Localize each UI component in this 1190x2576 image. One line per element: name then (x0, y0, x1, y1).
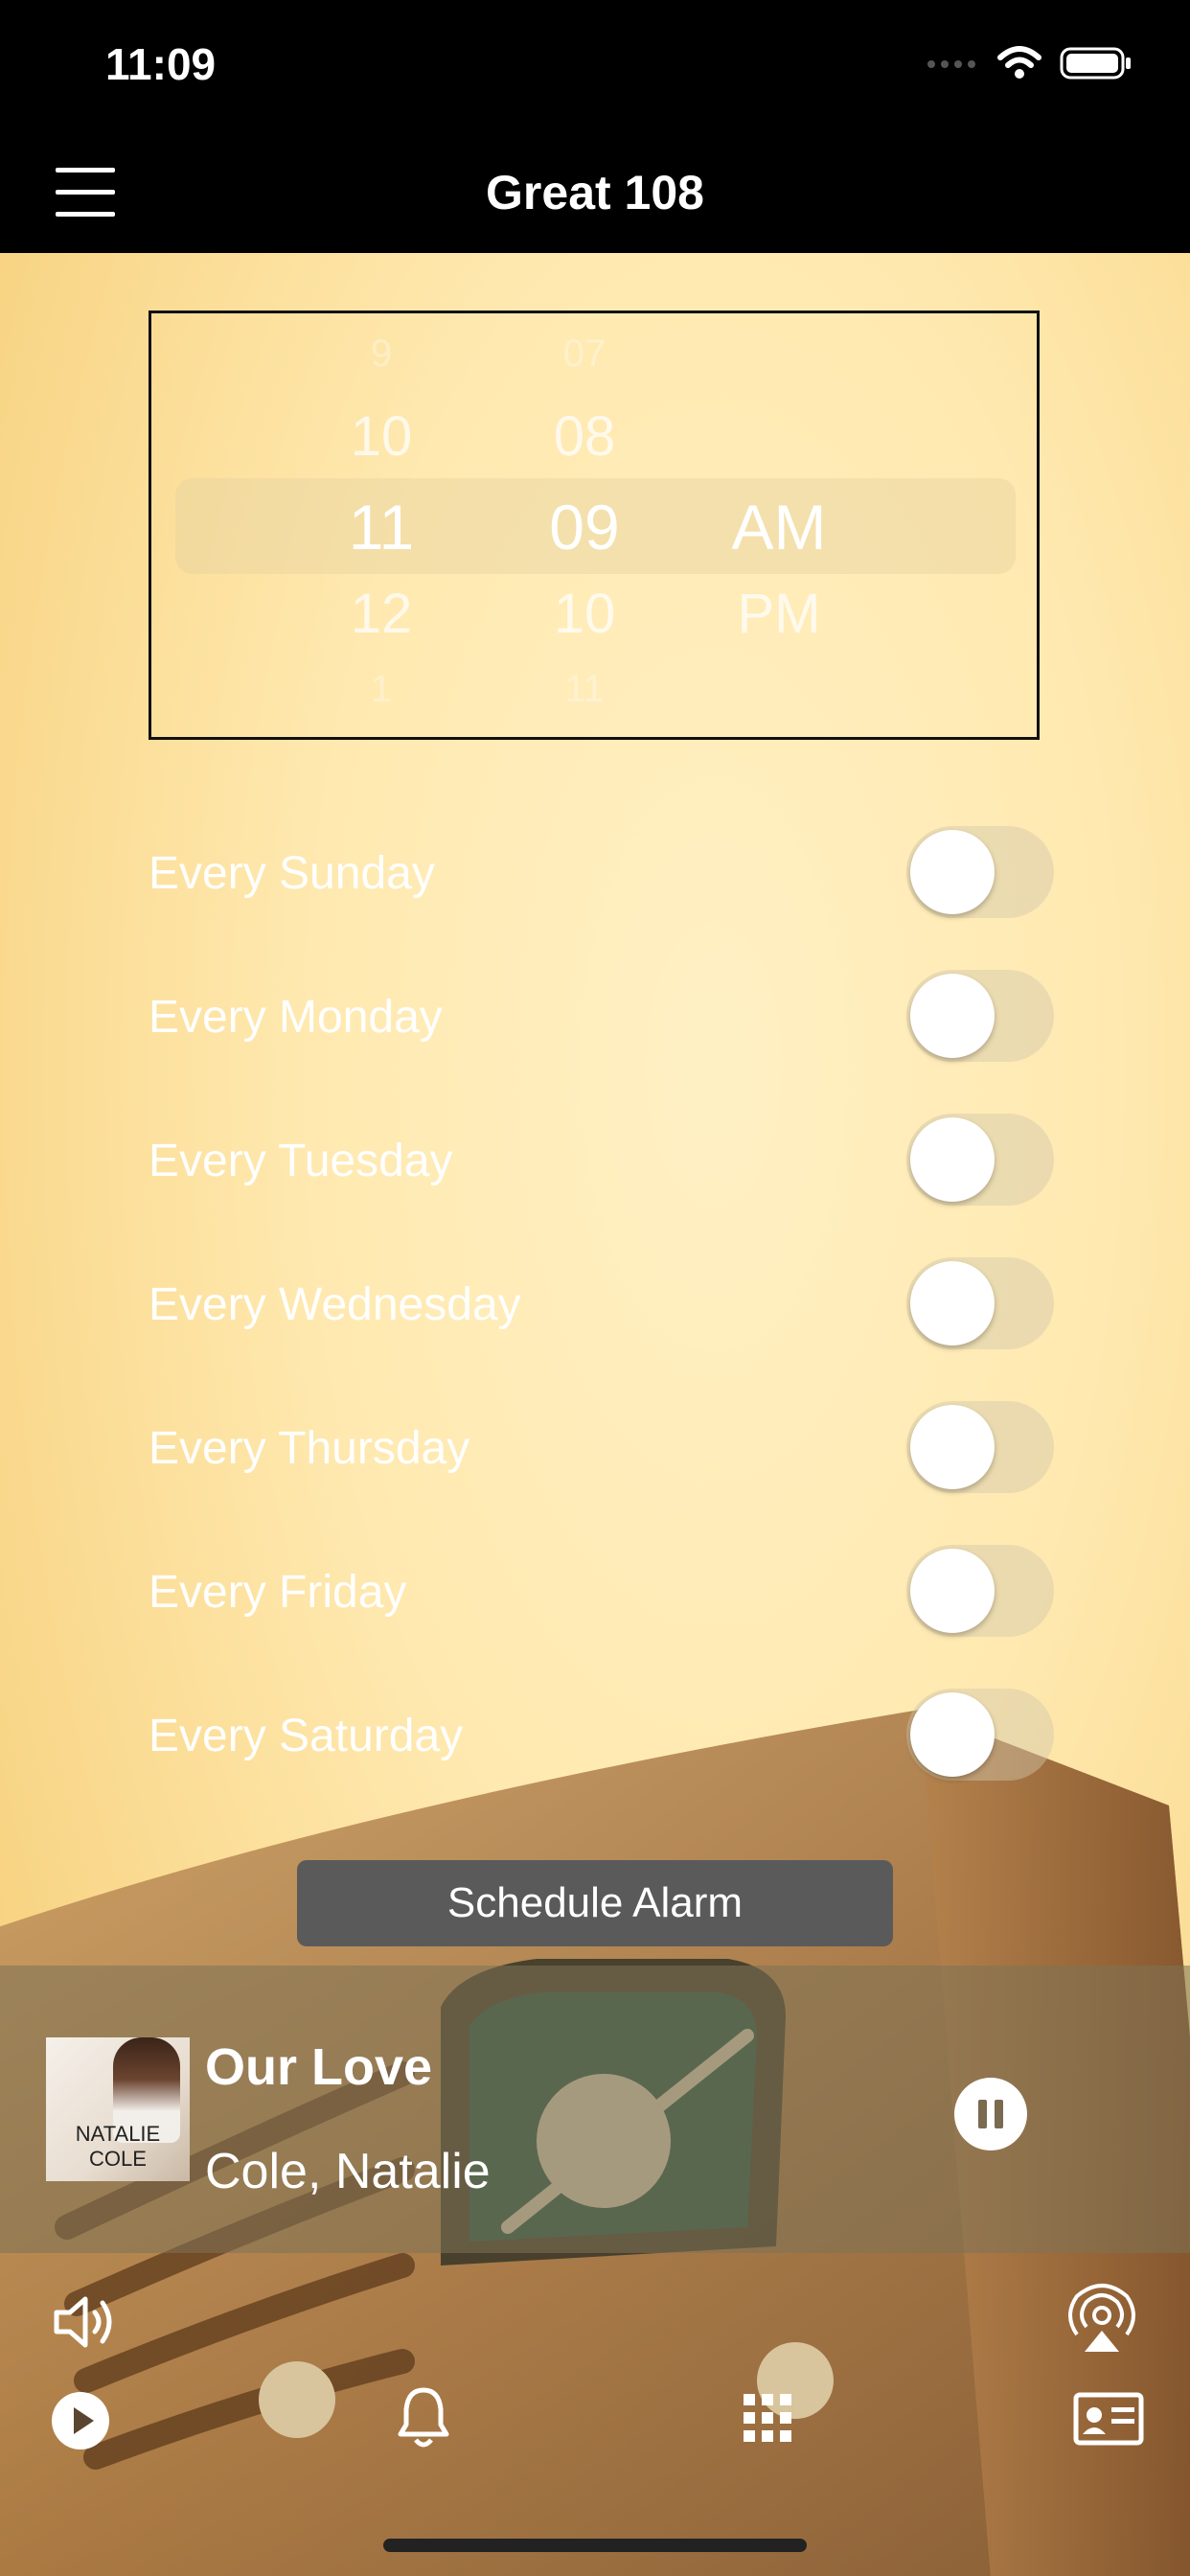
navigation-bar: Great 108 (0, 126, 1190, 253)
now-playing-bar[interactable]: NATALIE COLE Our Love Cole, Natalie (0, 1966, 1190, 2253)
player-controls (0, 2277, 1190, 2576)
picker-hour-option: 12 (350, 583, 413, 645)
toggle-knob (910, 1117, 995, 1202)
toggle-knob (910, 1692, 995, 1777)
picker-minute-option: 11 (564, 668, 605, 710)
day-row: Every Sunday (149, 826, 1054, 922)
album-art-text: NATALIE COLE (75, 2122, 161, 2171)
day-toggle-monday[interactable] (906, 970, 1054, 1062)
toggle-knob (910, 1405, 995, 1489)
picker-period-option: PM (737, 583, 821, 645)
day-label: Every Thursday (149, 1423, 470, 1474)
pause-icon (978, 2100, 987, 2128)
day-toggle-tuesday[interactable] (906, 1114, 1054, 1206)
toggle-knob (910, 1261, 995, 1346)
day-row: Every Saturday (149, 1689, 1054, 1784)
minute-wheel[interactable]: 07 08 09 10 11 (517, 313, 652, 743)
home-indicator[interactable] (383, 2539, 807, 2552)
cellular-signal-icon (926, 58, 979, 75)
schedule-alarm-button[interactable]: Schedule Alarm (297, 1860, 893, 1946)
day-row: Every Friday (149, 1545, 1054, 1641)
pause-button[interactable] (954, 2078, 1027, 2150)
hour-wheel[interactable]: 9 10 11 12 1 (314, 313, 448, 743)
alarm-content: 9 10 11 12 1 07 08 09 10 11 AM PM Every … (0, 253, 1190, 2576)
song-title: Our Love (205, 2038, 433, 2096)
day-toggle-sunday[interactable] (906, 826, 1054, 918)
contact-card-icon[interactable] (1073, 2392, 1144, 2450)
day-row: Every Wednesday (149, 1257, 1054, 1353)
album-art: NATALIE COLE (46, 2037, 190, 2181)
picker-minute-option: 07 (562, 333, 606, 375)
battery-icon (1060, 46, 1133, 85)
status-icons (926, 46, 1133, 85)
day-toggle-thursday[interactable] (906, 1401, 1054, 1493)
day-label: Every Saturday (149, 1711, 464, 1761)
picker-period-selected: AM (731, 492, 827, 563)
grid-icon[interactable] (744, 2394, 791, 2447)
bell-icon[interactable] (397, 2384, 450, 2454)
toggle-knob (910, 974, 995, 1058)
period-wheel[interactable]: AM PM (702, 313, 856, 743)
day-row: Every Monday (149, 970, 1054, 1066)
song-artist: Cole, Natalie (205, 2144, 491, 2199)
picker-hour-option: 1 (370, 668, 393, 710)
day-label: Every Friday (149, 1567, 407, 1618)
picker-minute-option: 10 (553, 583, 616, 645)
day-row: Every Thursday (149, 1401, 1054, 1497)
status-time: 11:09 (105, 39, 217, 89)
day-label: Every Tuesday (149, 1136, 453, 1186)
page-title: Great 108 (486, 166, 704, 219)
time-picker[interactable]: 9 10 11 12 1 07 08 09 10 11 AM PM (149, 310, 1040, 740)
picker-hour-selected: 11 (348, 492, 415, 563)
play-icon[interactable] (50, 2390, 111, 2456)
day-toggle-friday[interactable] (906, 1545, 1054, 1637)
day-toggle-wednesday[interactable] (906, 1257, 1054, 1349)
day-toggle-saturday[interactable] (906, 1689, 1054, 1781)
wifi-icon (996, 46, 1042, 85)
day-label: Every Sunday (149, 848, 435, 899)
picker-hour-option: 9 (370, 333, 393, 375)
day-row: Every Tuesday (149, 1114, 1054, 1209)
picker-minute-selected: 09 (549, 492, 620, 563)
toggle-knob (910, 830, 995, 914)
picker-hour-option: 10 (350, 405, 413, 468)
day-label: Every Monday (149, 992, 443, 1043)
picker-minute-option: 08 (553, 405, 616, 468)
toggle-knob (910, 1549, 995, 1633)
status-bar: 11:09 (0, 0, 1190, 126)
airplay-icon[interactable] (1064, 2283, 1140, 2360)
volume-icon[interactable] (53, 2291, 124, 2358)
day-label: Every Wednesday (149, 1279, 521, 1330)
